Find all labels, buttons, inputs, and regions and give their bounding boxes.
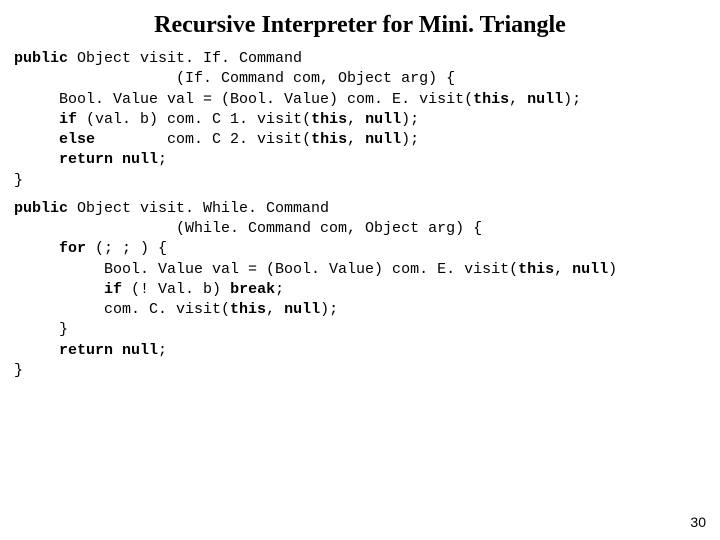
kw-return-null: return null <box>59 342 158 359</box>
page-number: 30 <box>690 514 706 530</box>
code-text: ; <box>158 151 167 168</box>
code-text: Object visit. While. Command <box>68 200 329 217</box>
kw-null: null <box>284 301 320 318</box>
code-text: (; ; ) { <box>86 240 167 257</box>
code-text: , <box>347 131 365 148</box>
code-text <box>14 281 104 298</box>
kw-this: this <box>473 91 509 108</box>
kw-this: this <box>518 261 554 278</box>
kw-this: this <box>311 131 347 148</box>
code-text: , <box>347 111 365 128</box>
code-text: ); <box>401 131 419 148</box>
code-text: ); <box>563 91 581 108</box>
code-text <box>14 240 59 257</box>
code-text: , <box>509 91 527 108</box>
code-text: ; <box>275 281 284 298</box>
kw-null: null <box>572 261 608 278</box>
code-block-if: public Object visit. If. Command (If. Co… <box>0 49 720 191</box>
kw-else: else <box>59 131 95 148</box>
code-text: com. C 2. visit( <box>95 131 311 148</box>
slide-title: Recursive Interpreter for Mini. Triangle <box>0 0 720 49</box>
kw-null: null <box>365 111 401 128</box>
code-block-while: public Object visit. While. Command (Whi… <box>0 199 720 381</box>
code-text: Object visit. If. Command <box>68 50 302 67</box>
code-text: (! Val. b) <box>122 281 230 298</box>
code-text: (While. Command com, Object arg) { <box>14 220 482 237</box>
kw-null: null <box>527 91 563 108</box>
code-text: , <box>554 261 572 278</box>
code-text: } <box>14 362 23 379</box>
code-text: ); <box>320 301 338 318</box>
code-text: } <box>14 321 68 338</box>
kw-return-null: return null <box>59 151 158 168</box>
code-text: ) <box>608 261 617 278</box>
code-text: Bool. Value val = (Bool. Value) com. E. … <box>14 91 473 108</box>
kw-if: if <box>104 281 122 298</box>
code-text <box>14 151 59 168</box>
code-text: (val. b) com. C 1. visit( <box>77 111 311 128</box>
kw-break: break <box>230 281 275 298</box>
kw-this: this <box>311 111 347 128</box>
kw-public: public <box>14 200 68 217</box>
code-text: com. C. visit( <box>14 301 230 318</box>
code-text <box>14 342 59 359</box>
code-text: , <box>266 301 284 318</box>
code-text: ); <box>401 111 419 128</box>
code-text: Bool. Value val = (Bool. Value) com. E. … <box>14 261 518 278</box>
code-text: ; <box>158 342 167 359</box>
kw-public: public <box>14 50 68 67</box>
code-text: (If. Command com, Object arg) { <box>14 70 455 87</box>
kw-for: for <box>59 240 86 257</box>
code-text <box>14 111 59 128</box>
kw-if: if <box>59 111 77 128</box>
code-text: } <box>14 172 23 189</box>
kw-null: null <box>365 131 401 148</box>
kw-this: this <box>230 301 266 318</box>
code-text <box>14 131 59 148</box>
